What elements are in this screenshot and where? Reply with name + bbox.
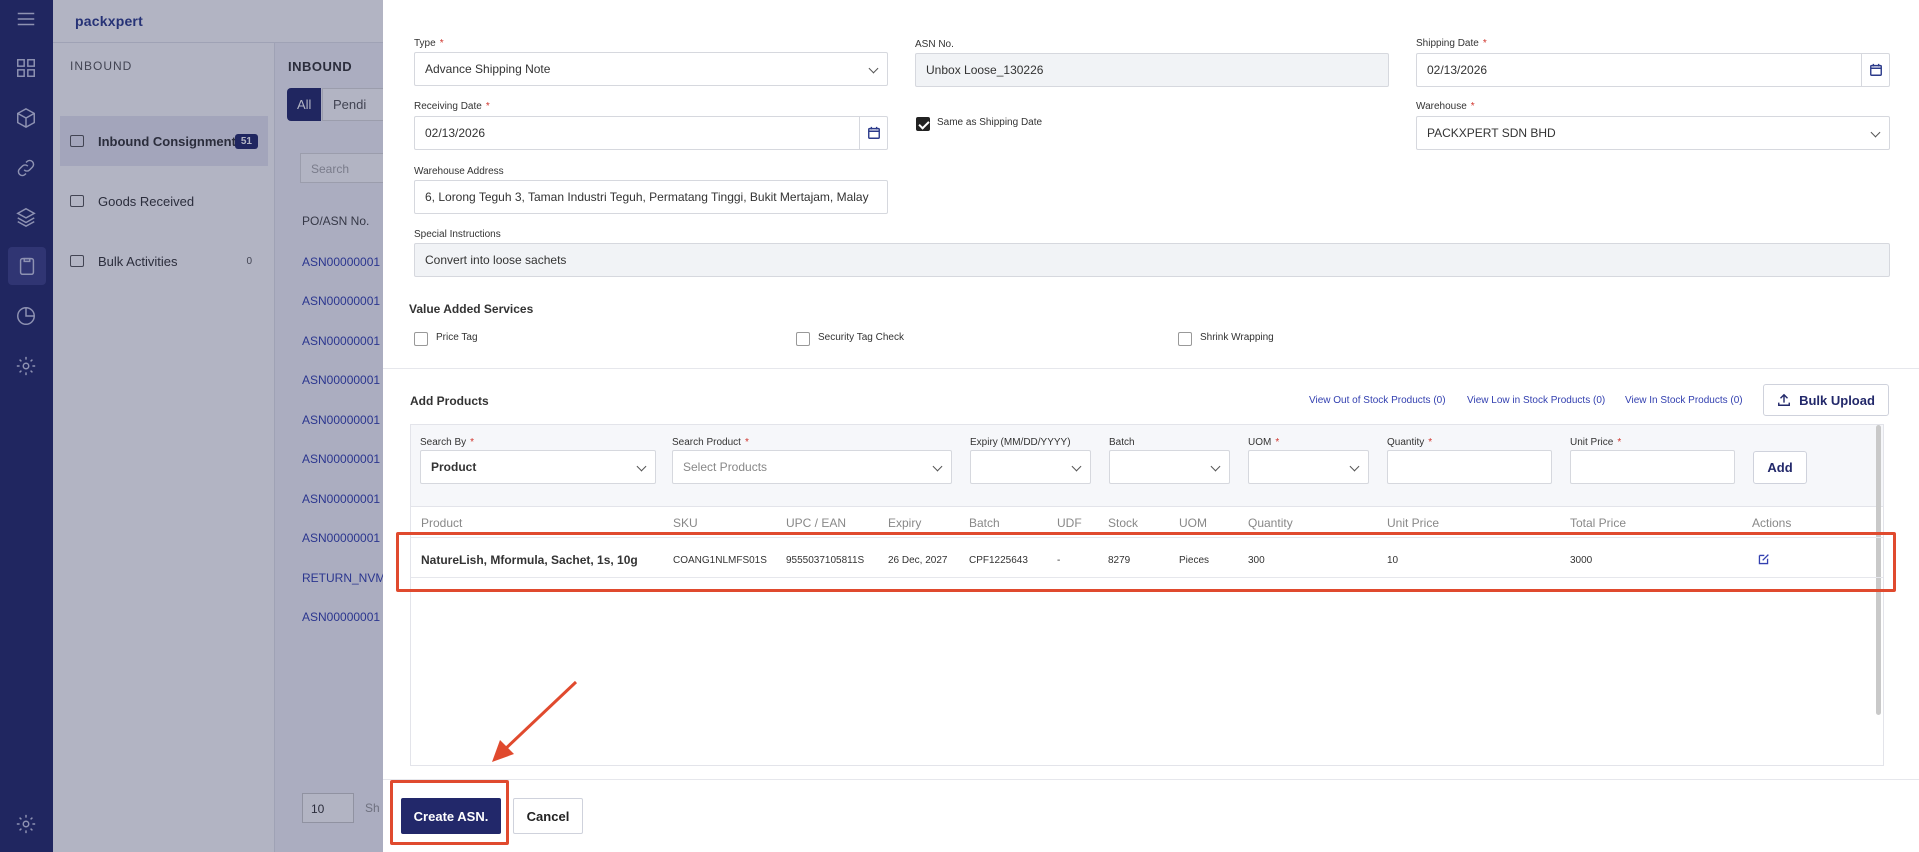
bulk-upload-label: Bulk Upload (1799, 392, 1875, 408)
upload-icon (1778, 393, 1791, 406)
modal-overlay[interactable] (0, 0, 383, 852)
asn-no-label: ASN No. (915, 39, 954, 50)
col-expiry: Expiry (888, 516, 922, 530)
receiving-date-value: 02/13/2026 (425, 126, 486, 140)
col-product: Product (421, 516, 463, 530)
price-tag-label: Price Tag (436, 332, 478, 343)
warehouse-label: Warehouse * (1416, 101, 1475, 112)
same-as-shipping-label: Same as Shipping Date (937, 117, 1043, 128)
uom-label: UOM * (1248, 437, 1280, 448)
col-unit-price: Unit Price (1387, 516, 1440, 530)
view-low-stock-link[interactable]: View Low in Stock Products (0) (1467, 395, 1605, 406)
same-as-shipping-checkbox[interactable] (916, 117, 930, 131)
chevron-down-icon (1210, 461, 1221, 472)
warehouse-address-field[interactable]: 6, Lorong Teguh 3, Taman Industri Teguh,… (414, 180, 888, 214)
shipping-date-value: 02/13/2026 (1427, 63, 1488, 77)
type-value: Advance Shipping Note (425, 62, 551, 76)
chevron-down-icon (932, 461, 943, 472)
receiving-date-label: Receiving Date * (414, 101, 490, 112)
quantity-label: Quantity * (1387, 437, 1433, 448)
expiry-label: Expiry (MM/DD/YYYY) (970, 437, 1071, 448)
footer-divider (383, 779, 1919, 780)
warehouse-address-label: Warehouse Address (414, 166, 504, 177)
create-button-highlight-box (390, 780, 509, 845)
view-in-stock-link[interactable]: View In Stock Products (0) (1625, 395, 1743, 406)
price-tag-checkbox[interactable] (414, 332, 428, 346)
add-products-title: Add Products (410, 394, 489, 408)
warehouse-value: PACKXPERT SDN BHD (1427, 126, 1556, 140)
col-sku: SKU (673, 516, 698, 530)
shrink-wrapping-label: Shrink Wrapping (1200, 332, 1274, 343)
row-highlight-box (396, 532, 1896, 592)
section-divider (383, 368, 1919, 369)
uom-select[interactable] (1248, 450, 1369, 484)
col-stock: Stock (1108, 516, 1139, 530)
unit-price-input[interactable] (1570, 450, 1735, 484)
chevron-down-icon (636, 461, 647, 472)
expiry-select[interactable] (970, 450, 1091, 484)
special-instructions-field[interactable]: Convert into loose sachets (414, 243, 1890, 277)
warehouse-select[interactable]: PACKXPERT SDN BHD (1416, 116, 1890, 150)
col-batch: Batch (969, 516, 1000, 530)
type-label: Type * (414, 38, 444, 49)
chevron-down-icon (1349, 461, 1360, 472)
batch-label: Batch (1109, 437, 1135, 448)
calendar-icon[interactable] (859, 117, 887, 149)
shipping-date-label: Shipping Date * (1416, 38, 1487, 49)
search-by-label: Search By * (420, 437, 475, 448)
shipping-date-field[interactable]: 02/13/2026 (1416, 53, 1890, 87)
security-tag-checkbox[interactable] (796, 332, 810, 346)
search-product-label: Search Product * (672, 437, 749, 448)
chevron-down-icon (1870, 127, 1881, 138)
chevron-down-icon (1071, 461, 1082, 472)
chevron-down-icon (868, 63, 879, 74)
security-tag-label: Security Tag Check (818, 332, 904, 343)
col-upc: UPC / EAN (786, 516, 847, 530)
add-product-button[interactable]: Add (1753, 451, 1807, 484)
annotation-arrow-icon (492, 680, 578, 762)
col-actions: Actions (1752, 516, 1792, 530)
col-udf: UDF (1057, 516, 1082, 530)
vas-title: Value Added Services (409, 302, 534, 316)
unit-price-label: Unit Price * (1570, 437, 1622, 448)
col-quantity: Quantity (1248, 516, 1293, 530)
col-total-price: Total Price (1570, 516, 1627, 530)
batch-select[interactable] (1109, 450, 1230, 484)
calendar-icon[interactable] (1861, 54, 1889, 86)
receiving-date-field[interactable]: 02/13/2026 (414, 116, 888, 150)
special-instructions-label: Special Instructions (414, 229, 501, 240)
quantity-input[interactable] (1387, 450, 1552, 484)
view-out-of-stock-link[interactable]: View Out of Stock Products (0) (1309, 395, 1446, 406)
cancel-button[interactable]: Cancel (513, 798, 583, 834)
asn-no-field[interactable]: Unbox Loose_130226 (915, 53, 1389, 87)
search-product-select[interactable]: Select Products (672, 450, 952, 484)
search-by-value: Product (431, 460, 477, 474)
type-select[interactable]: Advance Shipping Note (414, 52, 888, 86)
shrink-wrapping-checkbox[interactable] (1178, 332, 1192, 346)
col-uom: UOM (1179, 516, 1207, 530)
search-by-select[interactable]: Product (420, 450, 656, 484)
bulk-upload-button[interactable]: Bulk Upload (1763, 384, 1889, 416)
search-product-placeholder: Select Products (683, 460, 768, 474)
